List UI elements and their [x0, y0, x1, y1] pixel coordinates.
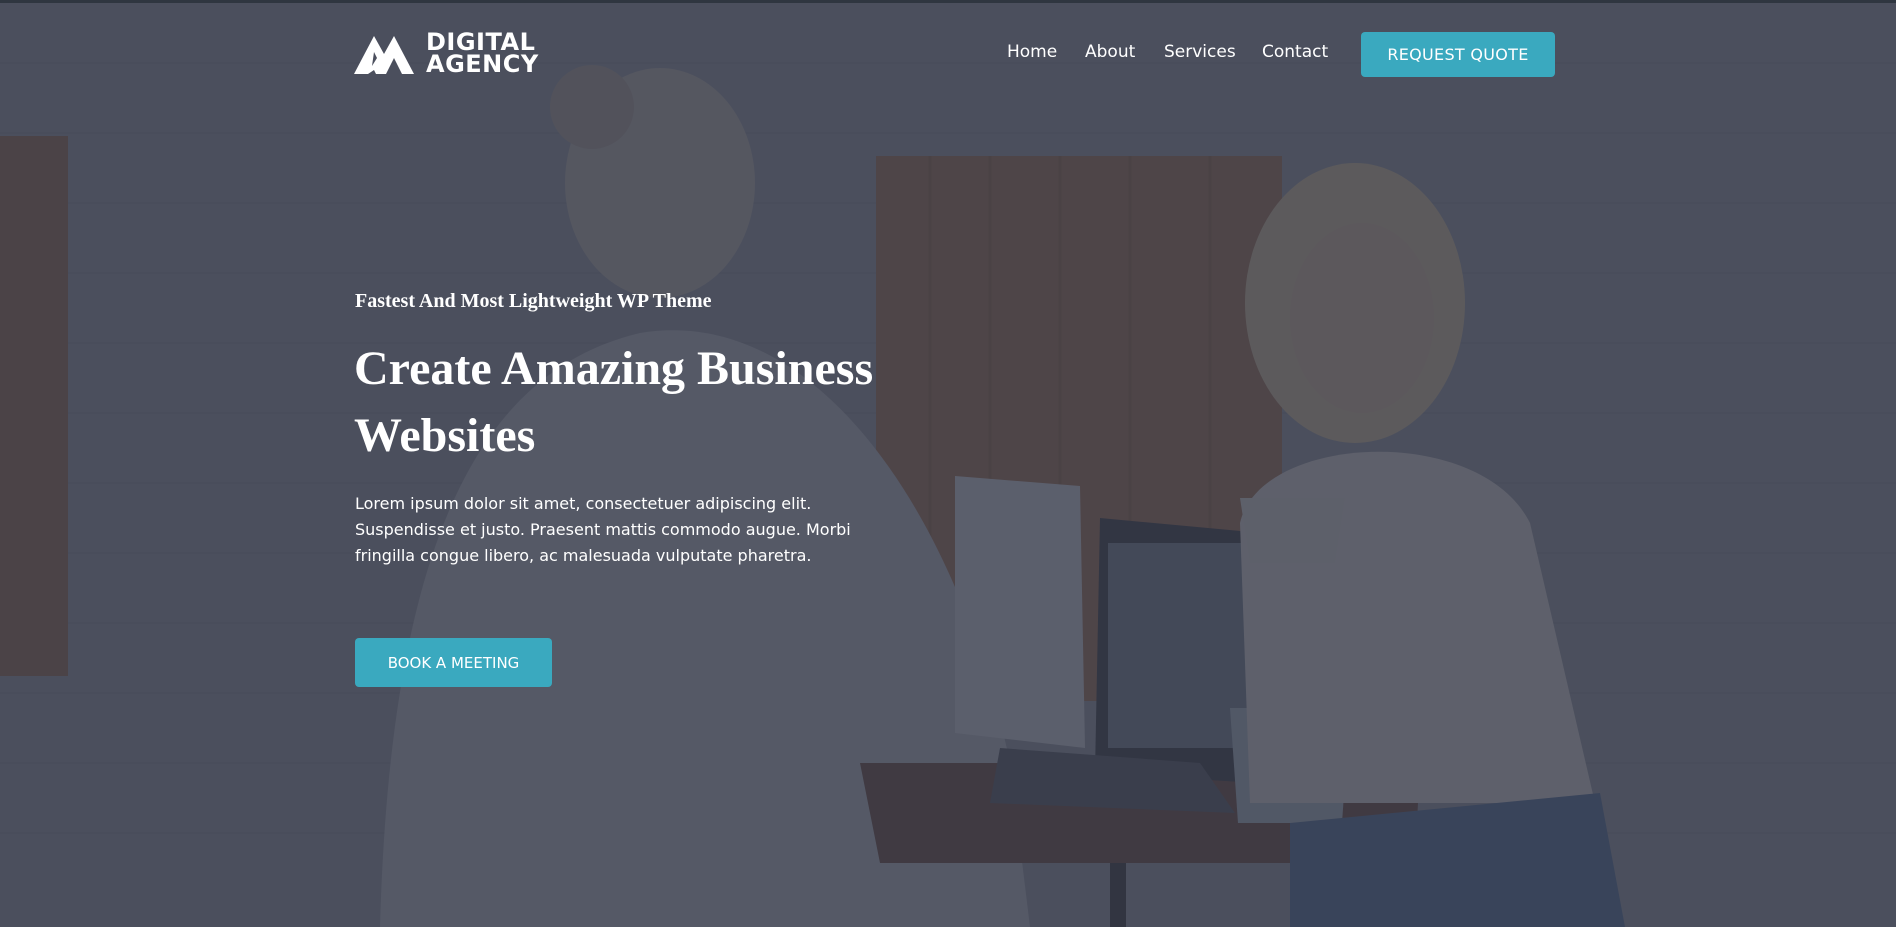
book-meeting-button[interactable]: BOOK A MEETING — [355, 638, 552, 687]
request-quote-button[interactable]: REQUEST QUOTE — [1361, 32, 1555, 77]
hero-overlay — [0, 3, 1896, 927]
site-logo[interactable]: DIGITAL AGENCY — [354, 30, 539, 76]
nav-item-contact[interactable]: Contact — [1262, 42, 1328, 62]
nav-item-home[interactable]: Home — [1007, 42, 1057, 62]
hero-headline: Create Amazing Business Websites — [354, 342, 874, 462]
logo-mountain-icon — [354, 36, 414, 74]
logo-line-2: AGENCY — [426, 50, 539, 78]
hero-description: Lorem ipsum dolor sit amet, consectetuer… — [355, 494, 851, 565]
logo-wordmark: DIGITAL AGENCY — [426, 30, 539, 78]
hero-section — [0, 3, 1896, 927]
nav-item-services[interactable]: Services — [1164, 42, 1236, 62]
hero-eyebrow: Fastest And Most Lightweight WP Theme — [355, 290, 712, 312]
nav-item-about[interactable]: About — [1085, 42, 1135, 62]
